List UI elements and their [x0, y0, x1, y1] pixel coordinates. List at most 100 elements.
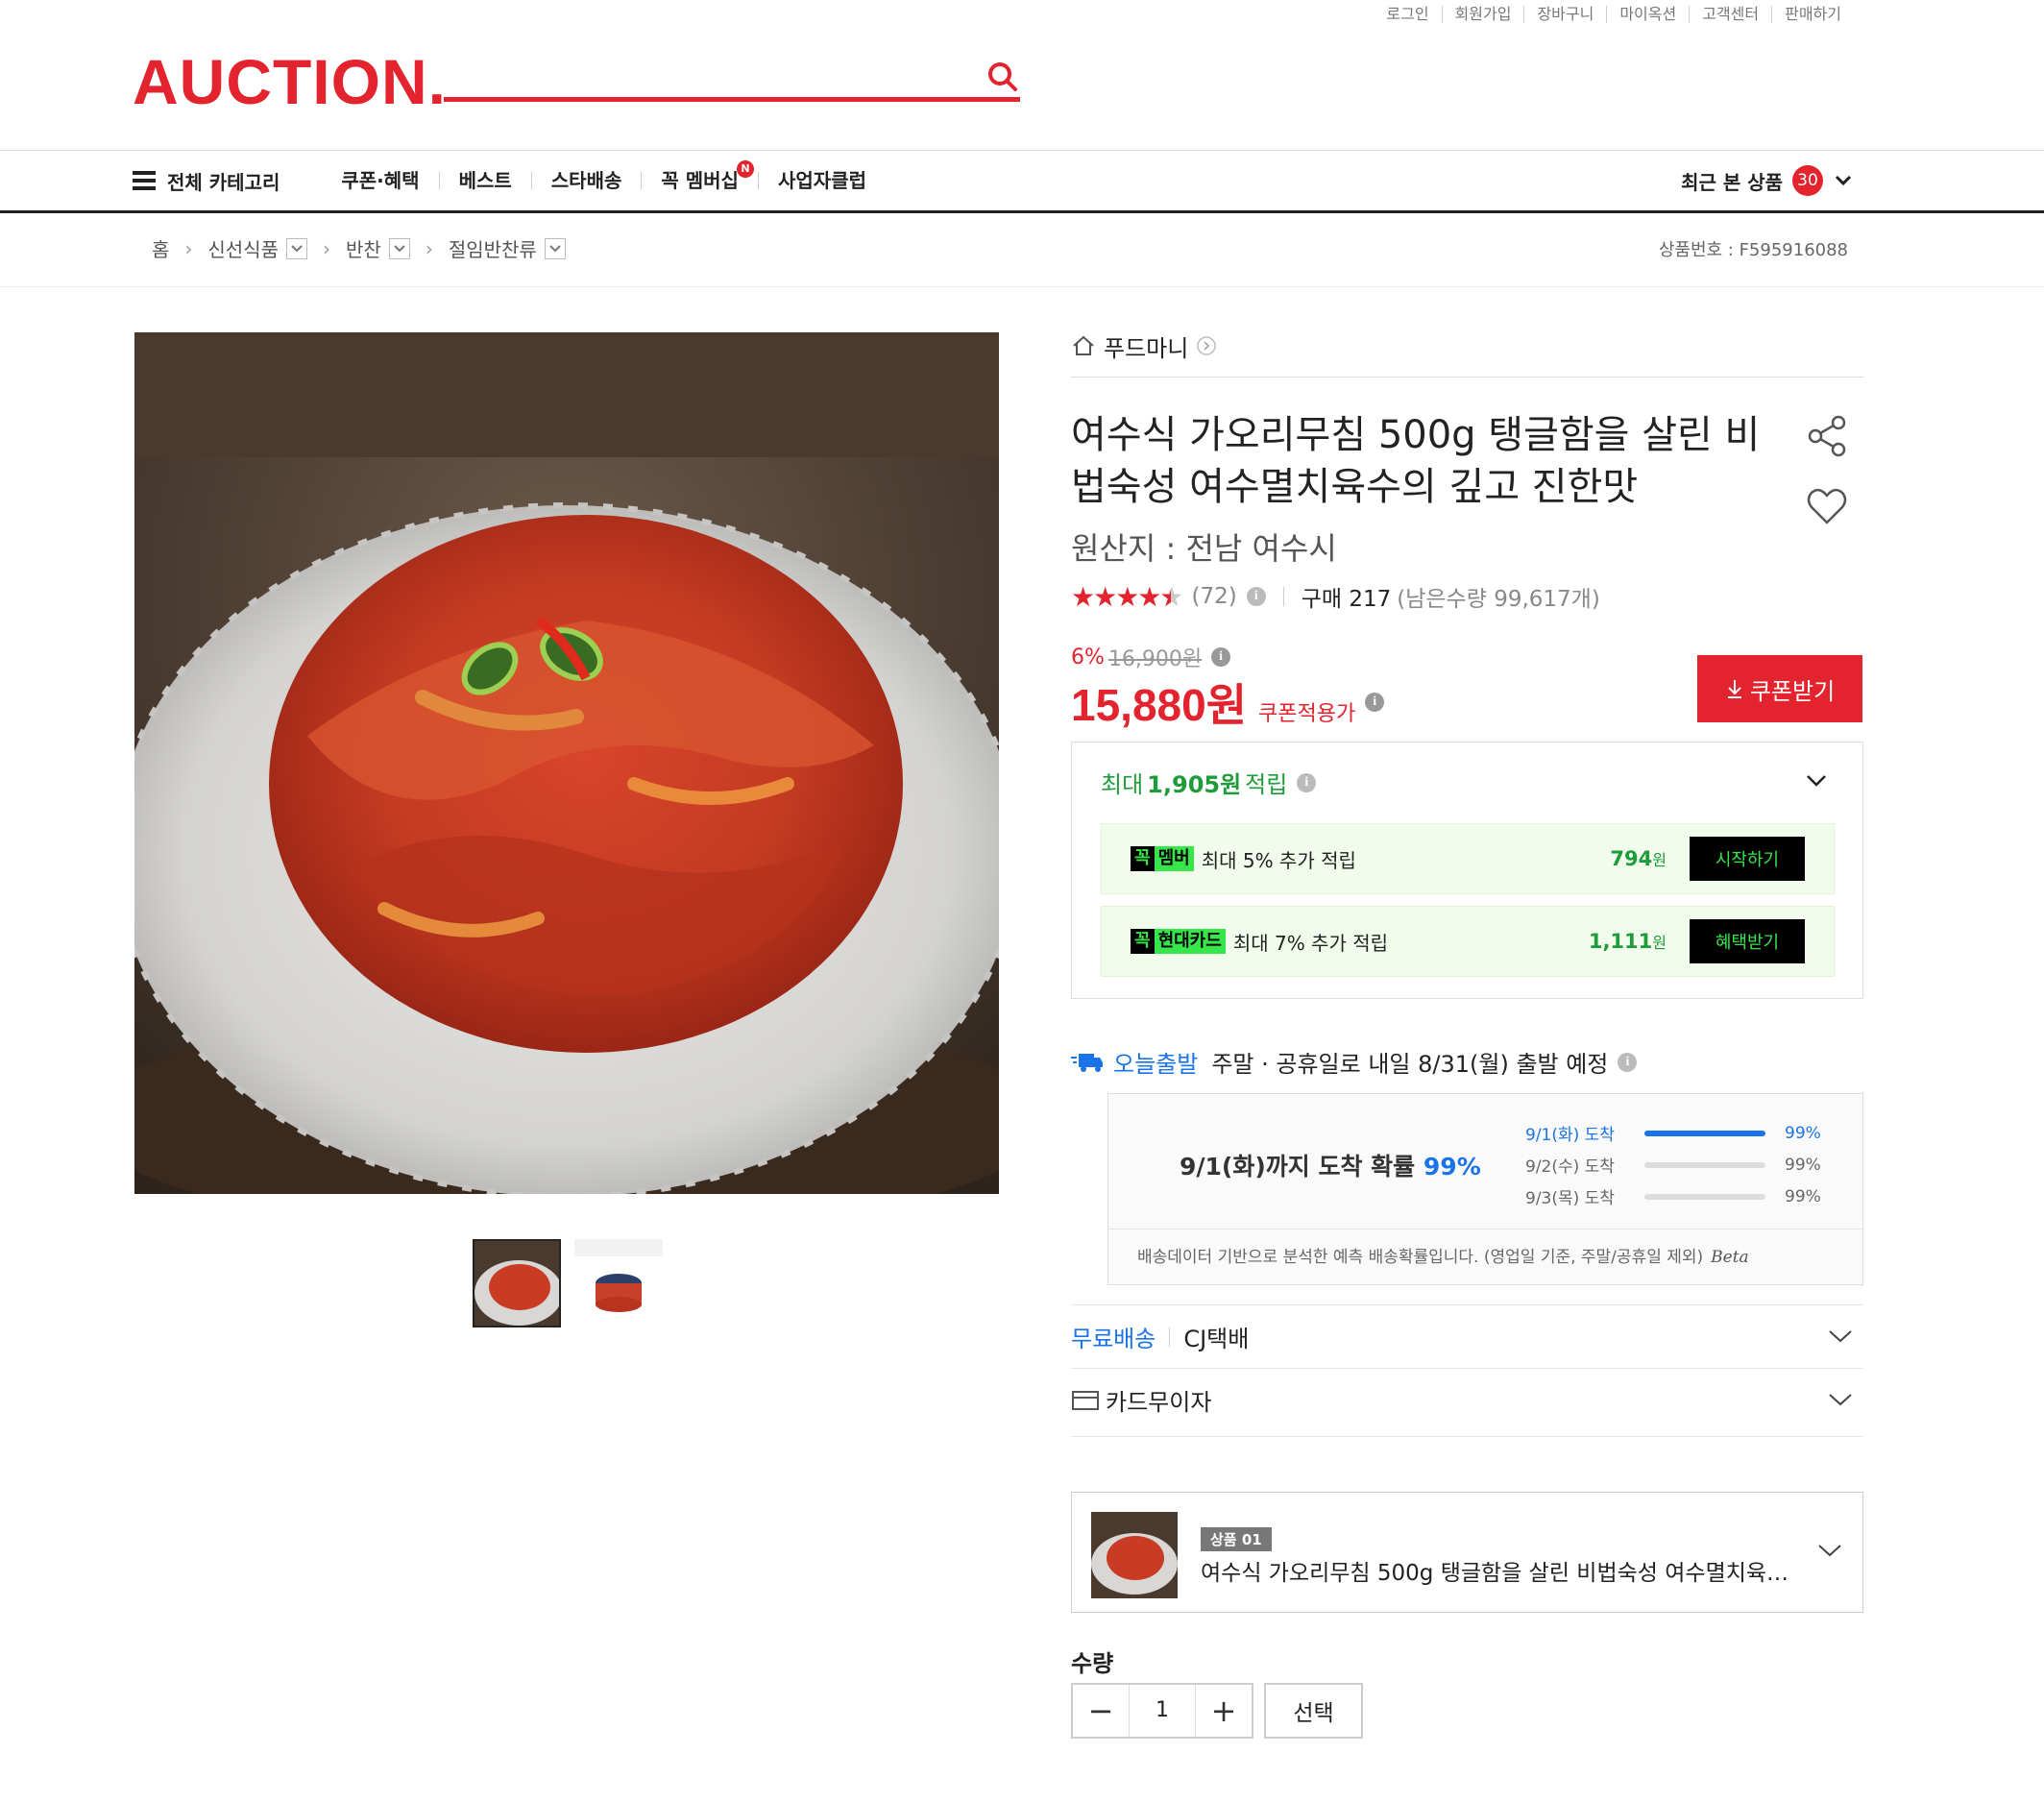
chevron-down-icon: [1829, 1330, 1852, 1343]
info-icon[interactable]: i: [1618, 1052, 1638, 1072]
membership-reward-row: 꼭 멤버 최대 5% 추가 적립 794원 시작하기: [1101, 823, 1835, 894]
breadcrumb-pickled[interactable]: 절임반찬류: [449, 234, 537, 262]
chevron-right-circle-icon: [1197, 336, 1217, 355]
arrival-pct: 99%: [1785, 1186, 1821, 1206]
origin-label: 원산지 : 전남 여수시: [1071, 530, 1337, 567]
arrival-bar: [1644, 1161, 1765, 1168]
search-input[interactable]: [444, 56, 962, 94]
thumbnail-2[interactable]: [574, 1239, 663, 1327]
login-link[interactable]: 로그인: [1374, 6, 1441, 23]
info-icon[interactable]: i: [1297, 772, 1317, 792]
new-badge: N: [736, 160, 754, 178]
arrival-main: 9/1(화)까지 도착 확률 99%: [1180, 1148, 1481, 1182]
chevron-right-icon: ›: [425, 236, 433, 260]
breadcrumb-home[interactable]: 홈: [152, 234, 169, 262]
nav-business-club[interactable]: 사업자클럽: [757, 171, 886, 190]
carrier-label: CJ택배: [1183, 1326, 1250, 1352]
dropdown-icon[interactable]: [286, 237, 308, 259]
breadcrumb-side-dish[interactable]: 반찬: [346, 234, 381, 262]
membership-tag: 꼭 멤버: [1131, 846, 1194, 871]
quantity-label: 수량: [1071, 1650, 1114, 1677]
nav-star-delivery[interactable]: 스타배송: [530, 171, 642, 190]
thumbnail-1[interactable]: [473, 1239, 561, 1327]
chevron-right-icon: ›: [323, 236, 331, 260]
dropdown-icon[interactable]: [388, 237, 410, 259]
nav-coupon[interactable]: 쿠폰·혜택: [322, 171, 438, 190]
arrival-row: 9/2(수) 도착 99%: [1525, 1149, 1821, 1181]
quantity-value[interactable]: 1: [1129, 1685, 1196, 1737]
plus-button[interactable]: +: [1196, 1685, 1252, 1737]
ship-schedule-text: 주말 · 공휴일로 내일 8/31(월) 출발 예정: [1211, 1051, 1609, 1078]
chevron-down-icon: [1829, 1394, 1852, 1406]
tag-k: 꼭: [1131, 929, 1155, 954]
info-icon[interactable]: i: [1211, 647, 1231, 667]
reward-row-amount: 1,111원: [1589, 930, 1667, 953]
arrival-bar: [1644, 1193, 1765, 1200]
chevron-down-icon: [1835, 175, 1852, 186]
heart-icon[interactable]: [1804, 482, 1850, 528]
customer-center-link[interactable]: 고객센터: [1689, 6, 1771, 23]
original-price: 16,900원: [1107, 647, 1203, 671]
reward-headline: 최대 1,905원 적립 i: [1101, 766, 1317, 799]
amount-unit: 원: [1652, 851, 1667, 869]
arrival-probability-box: 9/1(화)까지 도착 확률 99% 9/1(화) 도착 99% 9/2(수) …: [1107, 1093, 1863, 1285]
search-icon[interactable]: [986, 60, 1020, 94]
option-selector[interactable]: 상품 01 여수식 가오리무침 500g 탱글함을 살린 비법숙성 여수멸치육수…: [1071, 1492, 1863, 1613]
chevron-right-icon: ›: [184, 236, 193, 260]
rating-row: ★★★★★★ (72) i 구매 217 (남은수량 99,617개): [1071, 580, 1600, 613]
recently-viewed-count: 30: [1792, 165, 1823, 196]
dropdown-icon[interactable]: [544, 237, 566, 259]
coupon-download-button[interactable]: 쿠폰받기: [1697, 655, 1862, 722]
auction-logo[interactable]: AUCTION.: [133, 50, 447, 113]
my-auction-link[interactable]: 마이옥션: [1606, 6, 1689, 23]
chevron-down-icon[interactable]: [1804, 771, 1829, 791]
select-button[interactable]: 선택: [1264, 1683, 1363, 1739]
reward-suffix: 적립: [1245, 771, 1288, 798]
product-info-panel: 푸드마니 여수식 가오리무침 500g 탱글함을 살린 비법숙성 여수멸치육수의…: [1071, 327, 1863, 1739]
divider: [1071, 1436, 1863, 1437]
cart-link[interactable]: 장바구니: [1523, 6, 1606, 23]
all-categories-label: 전체 카테고리: [167, 170, 280, 194]
nav-best[interactable]: 베스트: [438, 171, 531, 190]
all-categories-button[interactable]: 전체 카테고리: [133, 167, 280, 195]
recently-viewed-label: 최근 본 상품: [1681, 170, 1783, 194]
reward-amount: 1,905원: [1147, 771, 1242, 798]
menu-icon: [133, 171, 156, 190]
reward-box: 최대 1,905원 적립 i 꼭 멤버 최대 5% 추가 적립 794원 시작하기…: [1071, 742, 1863, 999]
amount-value: 794: [1610, 847, 1653, 870]
info-icon[interactable]: i: [1246, 587, 1266, 606]
breadcrumb: 홈 › 신선식품 › 반찬 › 절임반찬류: [152, 234, 566, 262]
discount-rate: 6%: [1071, 645, 1105, 670]
nav-membership[interactable]: 꼭 멤버십 N: [641, 160, 758, 192]
start-membership-button[interactable]: 시작하기: [1690, 837, 1805, 881]
nav-membership-label: 꼭 멤버십: [661, 169, 739, 192]
share-icon[interactable]: [1804, 413, 1850, 459]
sell-link[interactable]: 판매하기: [1771, 6, 1854, 23]
card-tag: 꼭 현대카드: [1131, 929, 1226, 954]
home-icon: [1073, 335, 1094, 355]
arrival-pct: 99%: [1785, 1155, 1821, 1175]
minus-button[interactable]: −: [1073, 1685, 1129, 1737]
purchase-count: 구매 217: [1301, 587, 1392, 612]
review-count[interactable]: (72): [1192, 584, 1237, 609]
product-main-image: [134, 332, 999, 1194]
arrival-note-text: 배송데이터 기반으로 분석한 예측 배송확률입니다. (영업일 기준, 주말/공…: [1137, 1248, 1704, 1267]
get-benefit-button[interactable]: 혜택받기: [1690, 919, 1805, 963]
top-utility-links: 로그인 회원가입 장바구니 마이옥션 고객센터 판매하기: [1374, 6, 1854, 23]
seller-link[interactable]: 푸드마니: [1071, 327, 1863, 365]
shipping-row: 오늘출발 주말 · 공휴일로 내일 8/31(월) 출발 예정 i: [1071, 1045, 1638, 1079]
chevron-down-icon: [1818, 1545, 1841, 1557]
arrival-date: 9/1(화) 도착: [1525, 1126, 1615, 1145]
reward-row-text: 최대 5% 추가 적립: [1201, 848, 1356, 872]
tag-k: 꼭: [1131, 846, 1155, 871]
breadcrumb-fresh-food[interactable]: 신선식품: [207, 234, 279, 262]
installment-row[interactable]: 카드무이자: [1071, 1368, 1863, 1431]
coupon-price-label: 쿠폰적용가: [1258, 702, 1356, 726]
signup-link[interactable]: 회원가입: [1441, 6, 1524, 23]
delivery-fee-row[interactable]: 무료배송 CJ택배: [1071, 1304, 1863, 1368]
arrival-main-text: 9/1(화)까지 도착 확률: [1180, 1153, 1416, 1181]
product-title: 여수식 가오리무침 500g 탱글함을 살린 비법숙성 여수멸치육수의 깊고 진…: [1071, 413, 1761, 509]
recently-viewed-button[interactable]: 최근 본 상품 30: [1681, 151, 1854, 210]
divider: [1169, 1327, 1171, 1347]
info-icon[interactable]: i: [1365, 693, 1385, 712]
